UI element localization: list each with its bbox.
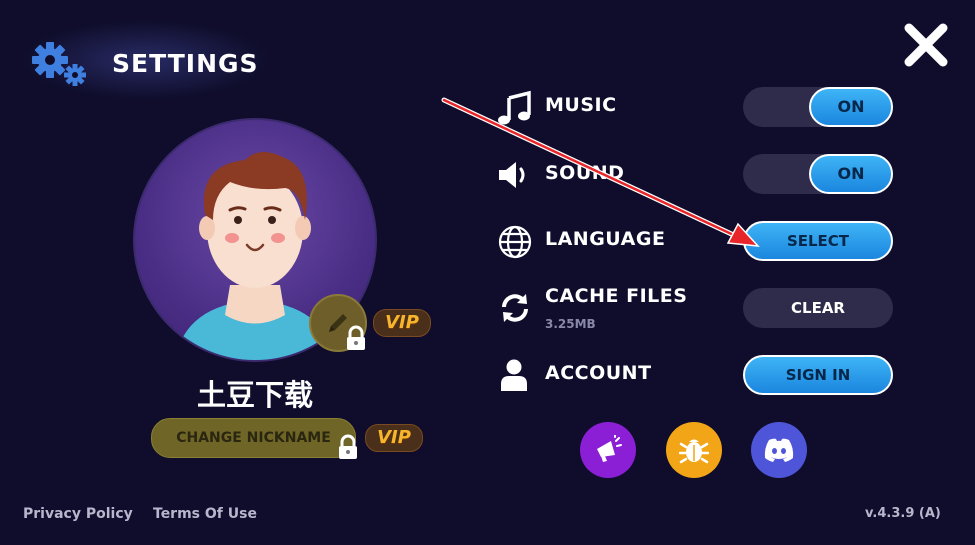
music-toggle-state: ON (809, 87, 893, 127)
bug-icon (679, 439, 709, 464)
close-icon (904, 23, 948, 67)
privacy-policy-link[interactable]: Privacy Policy (23, 506, 133, 522)
version-label: v.4.3.9 (A) (865, 506, 941, 521)
user-icon (497, 357, 533, 393)
close-button[interactable] (903, 22, 949, 68)
terms-of-use-link[interactable]: Terms Of Use (153, 506, 257, 522)
sound-label: SOUND (545, 162, 625, 184)
lock-icon (345, 325, 367, 351)
header: SETTINGS (30, 40, 259, 86)
nickname: 土豆下载 (196, 378, 313, 412)
account-label: ACCOUNT (545, 362, 652, 384)
megaphone-icon (597, 435, 622, 462)
discord-icon (764, 438, 794, 462)
cache-size: 3.25MB (545, 317, 596, 331)
refresh-icon (497, 290, 533, 326)
music-toggle[interactable]: ON (743, 87, 893, 127)
speaker-icon (497, 157, 533, 193)
lock-icon (337, 434, 359, 460)
discord-button[interactable] (751, 422, 807, 478)
sound-toggle-state: ON (809, 154, 893, 194)
change-nickname-button[interactable]: CHANGE NICKNAME (151, 418, 356, 458)
vip-badge: VIP (365, 424, 423, 452)
announcements-button[interactable] (580, 422, 636, 478)
report-bug-button[interactable] (666, 422, 722, 478)
music-label: MUSIC (545, 94, 617, 116)
vip-badge: VIP (373, 309, 431, 337)
page-title: SETTINGS (112, 48, 259, 78)
cache-files-label: CACHE FILES (545, 285, 688, 307)
gears-icon (30, 40, 90, 86)
sound-toggle[interactable]: ON (743, 154, 893, 194)
language-select-button[interactable]: SELECT (743, 221, 893, 261)
clear-cache-button[interactable]: CLEAR (743, 288, 893, 328)
globe-icon (497, 224, 533, 260)
language-label: LANGUAGE (545, 228, 666, 250)
music-note-icon (497, 90, 533, 126)
sign-in-button[interactable]: SIGN IN (743, 355, 893, 395)
